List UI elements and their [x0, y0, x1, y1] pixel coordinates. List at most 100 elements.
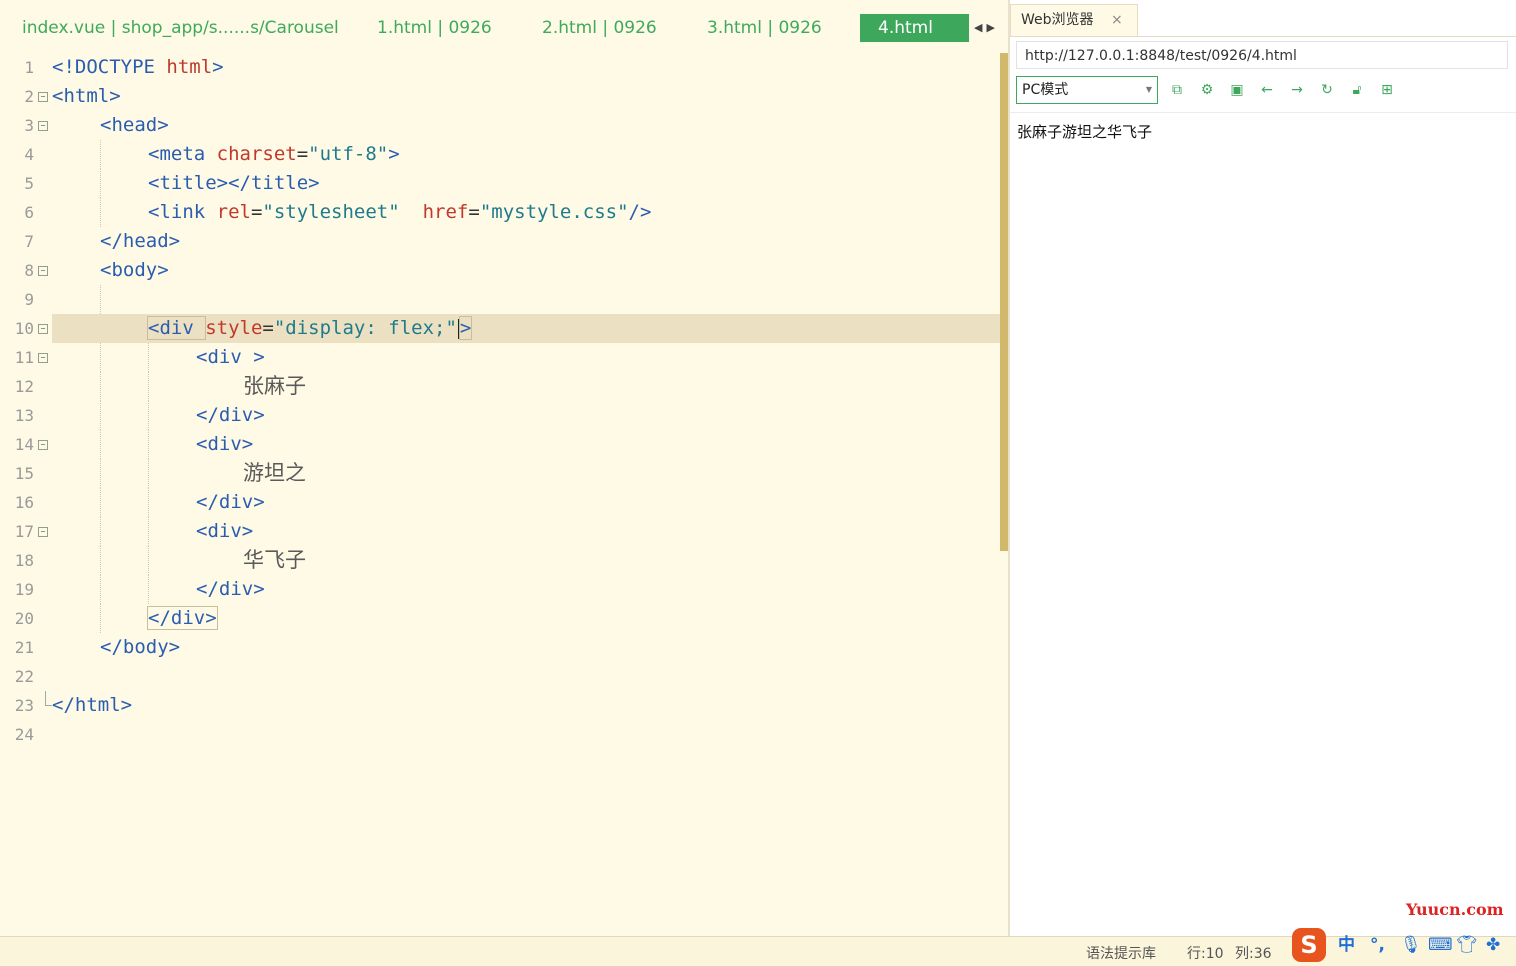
- ime-language-toggle[interactable]: 中: [1338, 932, 1355, 958]
- code-text: <div>: [196, 520, 254, 542]
- fold-toggle-icon[interactable]: −: [38, 92, 48, 102]
- open-external-icon[interactable]: ⧉: [1168, 81, 1186, 99]
- tab-2-html[interactable]: 2.html | 0926: [542, 14, 657, 42]
- code-line: 23 </html>: [0, 691, 1000, 720]
- code-line: 4 <meta charset="utf-8">: [0, 140, 1000, 169]
- fold-toggle-icon[interactable]: −: [38, 440, 48, 450]
- code-text: <div >: [196, 346, 265, 368]
- fold-toggle-icon[interactable]: −: [38, 353, 48, 363]
- web-browser-panel: Web浏览器 × http://127.0.0.1:8848/test/0926…: [1010, 0, 1516, 936]
- code-line: 20 </div>: [0, 604, 1000, 633]
- code-text: 华飞子: [243, 548, 306, 572]
- fold-toggle-icon[interactable]: −: [38, 266, 48, 276]
- code-text: <div style="display: flex;" >: [146, 316, 473, 340]
- code-line: 11 − <div >: [0, 343, 1000, 372]
- divider: [1010, 36, 1516, 37]
- line-number: 20: [14, 609, 34, 628]
- fold-toggle-icon[interactable]: −: [38, 527, 48, 537]
- code-line: 1 <!DOCTYPE html>: [0, 53, 1000, 82]
- code-text: </html>: [52, 694, 133, 716]
- code-text: <html>: [52, 85, 121, 107]
- url-input[interactable]: http://127.0.0.1:8848/test/0926/4.html: [1016, 41, 1508, 69]
- code-text: 游坦之: [243, 461, 306, 485]
- line-number: 17: [14, 522, 34, 541]
- device-mode-value: PC模式: [1022, 82, 1069, 98]
- keyboard-icon[interactable]: ⌨: [1428, 932, 1453, 958]
- tab-1-html[interactable]: 1.html | 0926: [377, 14, 492, 42]
- line-number: 7: [24, 232, 34, 251]
- line-number: 10: [14, 319, 34, 338]
- mic-icon[interactable]: 🎙︎: [1400, 932, 1422, 958]
- code-text: </div>: [196, 404, 265, 426]
- browser-tab[interactable]: Web浏览器 ×: [1010, 4, 1138, 37]
- grid-icon[interactable]: ⊞: [1378, 81, 1396, 99]
- code-text: </head>: [100, 230, 181, 252]
- browser-tab-title: Web浏览器: [1021, 12, 1094, 28]
- code-line: 14 − <div>: [0, 430, 1000, 459]
- settings-icon[interactable]: ⚙: [1198, 81, 1216, 99]
- syntax-library-button[interactable]: 语法提示库: [1086, 943, 1156, 963]
- tab-3-html[interactable]: 3.html | 0926: [707, 14, 822, 42]
- fold-toggle-icon[interactable]: −: [38, 121, 48, 131]
- close-icon[interactable]: ×: [1111, 5, 1123, 35]
- code-line: 17 − <div>: [0, 517, 1000, 546]
- apps-icon[interactable]: ✤: [1486, 932, 1500, 958]
- line-number: 3: [24, 116, 34, 135]
- line-number: 23: [14, 696, 34, 715]
- forward-arrow-icon[interactable]: →: [1288, 81, 1306, 99]
- lock-icon[interactable]: 🔓︎: [1348, 81, 1366, 99]
- line-number: 24: [14, 725, 34, 744]
- line-number: 18: [14, 551, 34, 570]
- tab-4-html[interactable]: 4.html: [860, 14, 969, 42]
- code-line: 12 张麻子: [0, 372, 1000, 401]
- fold-toggle-icon[interactable]: −: [38, 324, 48, 334]
- line-number: 8: [24, 261, 34, 280]
- code-text: <body>: [100, 259, 169, 281]
- tab-prev-icon[interactable]: ◀: [974, 21, 986, 34]
- code-text: </body>: [100, 636, 181, 658]
- code-editor[interactable]: index.vue | shop_app/s......s/Carousel 1…: [0, 0, 1008, 936]
- line-number: 6: [24, 203, 34, 222]
- code-line: 5 <title></title>: [0, 169, 1000, 198]
- line-number: 9: [24, 290, 34, 309]
- code-line: 13 </div>: [0, 401, 1000, 430]
- code-line: 24: [0, 720, 1000, 749]
- line-number: 22: [14, 667, 34, 686]
- code-line: 7 </head>: [0, 227, 1000, 256]
- tab-next-icon[interactable]: ▶: [986, 21, 998, 34]
- code-line: 18 华飞子: [0, 546, 1000, 575]
- code-line: 3 − <head>: [0, 111, 1000, 140]
- divider: [1010, 112, 1516, 113]
- code-text: <meta charset="utf-8">: [148, 143, 400, 165]
- vertical-scrollbar[interactable]: [1000, 53, 1008, 551]
- editor-tab-bar: index.vue | shop_app/s......s/Carousel 1…: [0, 0, 1008, 52]
- code-area[interactable]: 1 <!DOCTYPE html> 2 − <html> 3 − <head> …: [0, 53, 1000, 749]
- code-line: 8 − <body>: [0, 256, 1000, 285]
- code-line: 9: [0, 285, 1000, 314]
- code-text: </div>: [196, 491, 265, 513]
- line-number: 1: [24, 58, 34, 77]
- line-number: 5: [24, 174, 34, 193]
- code-text: </div>: [196, 578, 265, 600]
- tab-scroll-controls: ◀▶: [974, 14, 999, 42]
- chevron-down-icon: ▼: [1145, 85, 1152, 94]
- line-number: 19: [14, 580, 34, 599]
- console-icon[interactable]: ▣: [1228, 81, 1246, 99]
- code-text: <div>: [196, 433, 254, 455]
- rendered-page-text: 张麻子游坦之华飞子: [1017, 123, 1153, 141]
- punctuation-toggle[interactable]: °,: [1370, 932, 1385, 958]
- cursor-col: 列:36: [1235, 946, 1272, 962]
- cursor-row: 行:10: [1187, 946, 1224, 962]
- line-number: 13: [14, 406, 34, 425]
- code-text: <head>: [100, 114, 169, 136]
- device-mode-select[interactable]: PC模式 ▼: [1016, 76, 1158, 104]
- code-text: <!DOCTYPE html>: [52, 56, 224, 78]
- back-arrow-icon[interactable]: ←: [1258, 81, 1276, 99]
- line-number: 4: [24, 145, 34, 164]
- shirt-icon[interactable]: 👕︎: [1456, 932, 1478, 958]
- tab-index-vue[interactable]: index.vue | shop_app/s......s/Carousel: [22, 14, 339, 42]
- code-line: 2 − <html>: [0, 82, 1000, 111]
- refresh-icon[interactable]: ↻: [1318, 81, 1336, 99]
- sogou-logo-icon[interactable]: S: [1292, 928, 1326, 962]
- code-text: 张麻子: [243, 374, 306, 398]
